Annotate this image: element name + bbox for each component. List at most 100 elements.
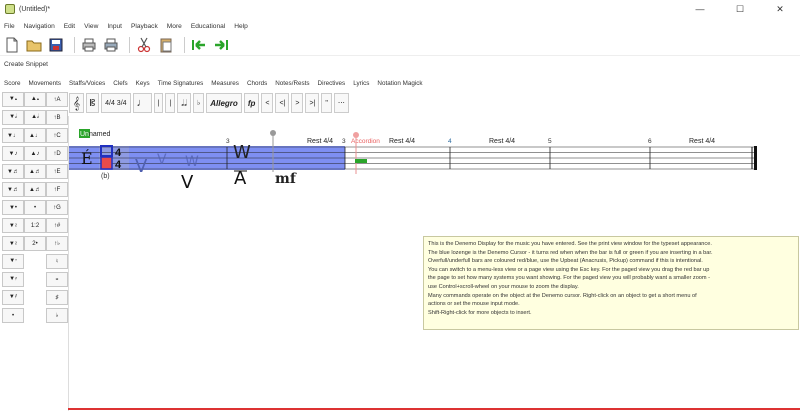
quote-button[interactable]: " xyxy=(321,93,332,113)
menu-help[interactable]: Help xyxy=(234,23,248,30)
palette-button[interactable]: ▲♬ xyxy=(24,182,46,197)
note-letter[interactable]: V xyxy=(135,156,148,177)
palette-button[interactable]: ▲♬ xyxy=(24,164,46,179)
dynamic-button[interactable]: fp xyxy=(243,93,260,113)
close-button[interactable]: ✕ xyxy=(760,0,800,18)
palette-button[interactable]: ▼≀ xyxy=(2,218,24,233)
palette-button[interactable]: ▲♩ xyxy=(24,128,46,143)
palette-button[interactable]: • xyxy=(2,308,24,323)
palette-button[interactable]: ▼𝅀 xyxy=(2,290,24,305)
menu-keys[interactable]: Keys xyxy=(136,80,150,87)
crescendo-end-button[interactable]: <| xyxy=(275,93,290,113)
menu-input[interactable]: Input xyxy=(107,23,122,30)
menu-movements[interactable]: Movements xyxy=(28,80,61,87)
menu-more[interactable]: More xyxy=(167,23,182,30)
menu-navigation[interactable]: Navigation xyxy=(24,23,55,30)
palette-button[interactable]: ↑G xyxy=(46,200,68,215)
new-file-icon[interactable] xyxy=(3,36,21,54)
directive-handle[interactable] xyxy=(353,132,359,138)
tempo-button[interactable]: Allegro xyxy=(206,93,242,113)
note-button[interactable]: ♩ xyxy=(132,93,152,113)
menu-file[interactable]: File xyxy=(4,23,15,30)
directive-label[interactable]: Accordion xyxy=(351,138,380,145)
last-page-icon[interactable] xyxy=(212,36,230,54)
palette-button[interactable]: ▼♩ xyxy=(2,128,24,143)
flat-button[interactable]: ♭ xyxy=(192,93,205,113)
palette-button[interactable]: ↑E xyxy=(46,164,68,179)
menu-measures[interactable]: Measures xyxy=(211,80,239,87)
palette-button[interactable]: ▼• xyxy=(2,200,24,215)
note-letter[interactable]: W xyxy=(233,142,251,163)
create-snippet-label[interactable]: Create Snippet xyxy=(4,61,48,68)
palette-button[interactable]: ▼𝅝 xyxy=(2,92,24,107)
palette-button[interactable]: 1:2 xyxy=(24,218,46,233)
palette-button[interactable]: 𝄪 xyxy=(46,272,68,287)
menu-lyrics[interactable]: Lyrics xyxy=(353,80,369,87)
palette-button[interactable]: ♯ xyxy=(46,290,68,305)
page-divider-bar[interactable] xyxy=(68,408,800,410)
menu-view[interactable]: View xyxy=(84,23,98,30)
palette-button[interactable]: 2• xyxy=(24,236,46,251)
clef-glyph[interactable]: É xyxy=(81,148,93,168)
barline-double-button[interactable]: | xyxy=(165,93,176,113)
palette-button[interactable]: • xyxy=(24,200,46,215)
palette-button[interactable]: ▼𝄿 xyxy=(2,272,24,287)
palette-button[interactable]: ↑D xyxy=(46,146,68,161)
diminuendo-button[interactable]: > xyxy=(291,93,304,113)
note-letter[interactable]: V xyxy=(181,172,194,193)
palette-button[interactable]: ▼𝅗𝅥 xyxy=(2,110,24,125)
more-button[interactable]: ⋯ xyxy=(333,93,349,113)
print-icon[interactable] xyxy=(80,36,98,54)
barline-button[interactable]: | xyxy=(153,93,164,113)
menu-notes-rests[interactable]: Notes/Rests xyxy=(275,80,309,87)
palette-button[interactable]: ▼≀ xyxy=(2,236,24,251)
bass-clef-button[interactable]: 𝄡 xyxy=(86,93,100,113)
denemo-cursor[interactable] xyxy=(100,156,113,170)
palette-button[interactable]: ▼♬ xyxy=(2,164,24,179)
paste-icon[interactable] xyxy=(157,36,175,54)
measure-number: 6 xyxy=(648,138,652,145)
maximize-button[interactable]: ☐ xyxy=(720,0,760,18)
menu-educational[interactable]: Educational xyxy=(191,23,225,30)
menu-directives[interactable]: Directives xyxy=(318,80,346,87)
dynamic-marking[interactable]: mf xyxy=(275,171,297,187)
menu-notation-magick[interactable]: Notation Magick xyxy=(377,80,422,87)
palette-button[interactable]: ↑C xyxy=(46,128,68,143)
measure-number: 5 xyxy=(548,138,552,145)
slider-handle[interactable] xyxy=(270,130,276,136)
tie-button[interactable]: 𝅗𝅥𝅗𝅥 xyxy=(177,93,191,113)
save-icon[interactable] xyxy=(47,36,65,54)
note-letter[interactable]: V xyxy=(157,152,167,168)
diminuendo-end-button[interactable]: >| xyxy=(305,93,320,113)
menu-staffs-voices[interactable]: Staffs/Voices xyxy=(69,80,105,87)
palette-button[interactable]: ♮ xyxy=(46,254,68,269)
menu-clefs[interactable]: Clefs xyxy=(113,80,127,87)
note-letter[interactable]: W xyxy=(185,154,199,170)
treble-clef-button[interactable]: 𝄞 xyxy=(69,93,85,113)
print-preview-icon[interactable] xyxy=(102,36,120,54)
palette-button[interactable]: ▼♪ xyxy=(2,146,24,161)
palette-button[interactable]: ↑A xyxy=(46,92,68,107)
palette-button[interactable]: ↑♭ xyxy=(46,236,68,251)
palette-button[interactable]: ▲𝅝 xyxy=(24,92,46,107)
crescendo-button[interactable]: < xyxy=(261,93,274,113)
menu-time-signatures[interactable]: Time Signatures xyxy=(158,80,204,87)
menu-edit[interactable]: Edit xyxy=(64,23,75,30)
cut-icon[interactable] xyxy=(135,36,153,54)
palette-button[interactable]: ↑# xyxy=(46,218,68,233)
palette-button[interactable]: ♭ xyxy=(46,308,68,323)
palette-button[interactable]: ↑F xyxy=(46,182,68,197)
menu-score[interactable]: Score xyxy=(4,80,20,87)
minimize-button[interactable]: — xyxy=(680,0,720,18)
menu-playback[interactable]: Playback xyxy=(131,23,158,30)
palette-button[interactable]: ▼𝄾 xyxy=(2,254,24,269)
open-folder-icon[interactable] xyxy=(25,36,43,54)
palette-button[interactable]: ▲♪ xyxy=(24,146,46,161)
menu-chords[interactable]: Chords xyxy=(247,80,267,87)
palette-button[interactable]: ▲𝅗𝅥 xyxy=(24,110,46,125)
title-bar: (Untitled)* — ☐ ✕ xyxy=(0,0,800,18)
palette-button[interactable]: ▼♬ xyxy=(2,182,24,197)
time-signature-button[interactable]: 4/4 3/4 xyxy=(101,93,131,113)
first-page-icon[interactable] xyxy=(190,36,208,54)
palette-button[interactable]: ↑B xyxy=(46,110,68,125)
